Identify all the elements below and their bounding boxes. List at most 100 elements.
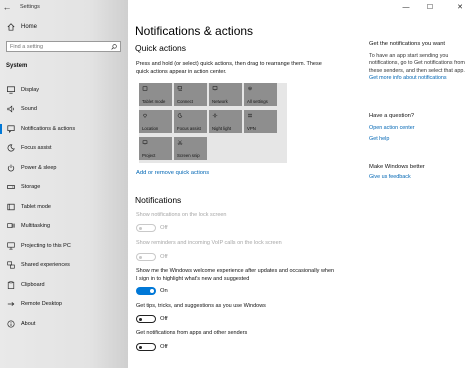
tile-label: Screen snip bbox=[177, 153, 200, 158]
title-bar: ← Settings bbox=[0, 0, 128, 14]
home-label: Home bbox=[21, 23, 38, 30]
lock-screen-notifications-toggle[interactable] bbox=[136, 224, 156, 232]
related-info-panel: Get the notifications you want To have a… bbox=[369, 41, 469, 83]
clipboard-icon bbox=[6, 280, 15, 289]
setting-label-tips-tricks: Get tips, tricks, and suggestions as you… bbox=[136, 303, 266, 309]
vpn-icon bbox=[248, 113, 252, 118]
sidebar-home[interactable]: Home bbox=[6, 22, 37, 31]
sidebar-item-label: Display bbox=[21, 86, 40, 93]
quick-action-tile[interactable]: Location bbox=[139, 110, 172, 133]
quick-actions-grid: Tablet mode Connect Network All settings… bbox=[139, 83, 287, 163]
connect-icon bbox=[177, 86, 182, 91]
sidebar-item-label: Power & sleep bbox=[21, 164, 57, 171]
sidebar-item-tablet-mode[interactable]: Tablet mode bbox=[0, 197, 128, 217]
sidebar-item-label: About bbox=[21, 320, 36, 327]
add-remove-quick-actions-link[interactable]: Add or remove quick actions bbox=[136, 170, 209, 176]
sidebar-item-label: Focus assist bbox=[21, 145, 52, 152]
tile-label: Tablet mode bbox=[142, 99, 166, 104]
quick-actions-description: Press and hold (or select) quick actions… bbox=[136, 61, 322, 75]
tile-label: Connect bbox=[177, 99, 194, 104]
setting-label-voip-lock-screen: Show reminders and incoming VoIP calls o… bbox=[136, 240, 282, 246]
sound-icon bbox=[6, 105, 15, 114]
sidebar-item-label: Projecting to this PC bbox=[21, 242, 71, 249]
sidebar-item-notifications[interactable]: Notifications & actions bbox=[0, 119, 128, 139]
sidebar-item-focus-assist[interactable]: Focus assist bbox=[0, 139, 128, 159]
toggle-state-label: Off bbox=[160, 344, 168, 350]
scissors-icon bbox=[177, 140, 183, 145]
quick-action-tile[interactable]: Night light bbox=[209, 110, 242, 133]
project-icon bbox=[142, 140, 148, 145]
location-icon bbox=[143, 113, 147, 118]
setting-label-welcome-experience: Show me the Windows welcome experience a… bbox=[136, 268, 335, 282]
toggle-state-label: Off bbox=[160, 254, 168, 260]
remote-desktop-icon bbox=[6, 300, 15, 309]
notifications-heading: Notifications bbox=[135, 195, 182, 205]
tile-label: VPN bbox=[247, 126, 256, 131]
info-icon bbox=[6, 319, 15, 328]
tips-tricks-toggle[interactable] bbox=[136, 315, 156, 323]
quick-action-tile[interactable]: Tablet mode bbox=[139, 83, 172, 106]
display-icon bbox=[6, 85, 15, 94]
voip-reminders-toggle[interactable] bbox=[136, 253, 156, 261]
sidebar-item-clipboard[interactable]: Clipboard bbox=[0, 275, 128, 295]
multitasking-icon bbox=[6, 222, 15, 231]
question-panel: Have a question? Open action center Get … bbox=[369, 113, 469, 144]
sidebar-item-about[interactable]: About bbox=[0, 314, 128, 334]
setting-label-lock-screen: Show notifications on the lock screen bbox=[136, 212, 227, 218]
open-action-center-link[interactable]: Open action center bbox=[369, 125, 469, 133]
sidebar-item-power-sleep[interactable]: Power & sleep bbox=[0, 158, 128, 178]
sidebar-item-label: Sound bbox=[21, 106, 37, 113]
quick-action-tile[interactable]: Network bbox=[209, 83, 242, 106]
quick-action-tile[interactable]: VPN bbox=[244, 110, 277, 133]
get-notifications-heading: Get the notifications you want bbox=[369, 41, 446, 47]
welcome-experience-toggle[interactable] bbox=[136, 287, 156, 295]
sidebar-item-display[interactable]: Display bbox=[0, 80, 128, 100]
sidebar-item-label: Tablet mode bbox=[21, 203, 51, 210]
quick-action-tile[interactable]: Focus assist bbox=[174, 110, 207, 133]
power-icon bbox=[6, 163, 15, 172]
sun-icon bbox=[212, 113, 218, 118]
make-windows-better-heading: Make Windows better bbox=[369, 164, 425, 170]
notifications-icon bbox=[6, 124, 15, 133]
search-box[interactable] bbox=[6, 41, 121, 52]
shared-experiences-icon bbox=[6, 261, 15, 270]
quick-action-tile[interactable]: Connect bbox=[174, 83, 207, 106]
more-info-notifications-link[interactable]: Get more info about notifications bbox=[369, 75, 469, 83]
sidebar-item-label: Storage bbox=[21, 184, 41, 191]
tablet-icon bbox=[142, 86, 148, 91]
sidebar-item-label: Notifications & actions bbox=[21, 125, 76, 132]
sidebar-nav: Display Sound Notifications & actions Fo… bbox=[0, 80, 128, 334]
quick-action-tile[interactable]: All settings bbox=[244, 83, 277, 106]
get-notifications-text: To have an app start sending you notific… bbox=[369, 52, 465, 74]
search-input[interactable] bbox=[10, 43, 105, 50]
moon-icon bbox=[6, 144, 15, 153]
sidebar-item-multitasking[interactable]: Multitasking bbox=[0, 217, 128, 237]
storage-icon bbox=[6, 183, 15, 192]
sidebar-section-label: System bbox=[6, 63, 28, 69]
back-button[interactable]: ← bbox=[0, 0, 14, 14]
sidebar-item-remote-desktop[interactable]: Remote Desktop bbox=[0, 295, 128, 315]
quick-action-tile[interactable]: Project bbox=[139, 137, 172, 160]
sidebar-item-label: Multitasking bbox=[21, 223, 51, 230]
toggle-state-label: Off bbox=[160, 225, 168, 231]
sidebar-item-shared-experiences[interactable]: Shared experiences bbox=[0, 256, 128, 276]
tile-label: Focus assist bbox=[177, 126, 201, 131]
app-notifications-toggle[interactable] bbox=[136, 343, 156, 351]
search-icon bbox=[111, 43, 117, 50]
gear-icon bbox=[248, 86, 252, 91]
give-feedback-link[interactable]: Give us feedback bbox=[369, 174, 469, 182]
sidebar-item-storage[interactable]: Storage bbox=[0, 178, 128, 198]
toggle-state-label: On bbox=[160, 288, 168, 294]
sidebar-item-projecting[interactable]: Projecting to this PC bbox=[0, 236, 128, 256]
have-a-question-heading: Have a question? bbox=[369, 113, 415, 119]
quick-action-tile[interactable]: Screen snip bbox=[174, 137, 207, 160]
main-content: Notifications & actions Quick actions Pr… bbox=[128, 0, 474, 368]
home-icon bbox=[6, 22, 15, 31]
sidebar-item-sound[interactable]: Sound bbox=[0, 100, 128, 120]
window-title: Settings bbox=[20, 4, 40, 10]
page-title: Notifications & actions bbox=[135, 24, 254, 38]
toggle-state-label: Off bbox=[160, 316, 168, 322]
feedback-panel: Make Windows better Give us feedback bbox=[369, 164, 469, 181]
tablet-icon bbox=[6, 202, 15, 211]
get-help-link[interactable]: Get help bbox=[369, 136, 469, 144]
